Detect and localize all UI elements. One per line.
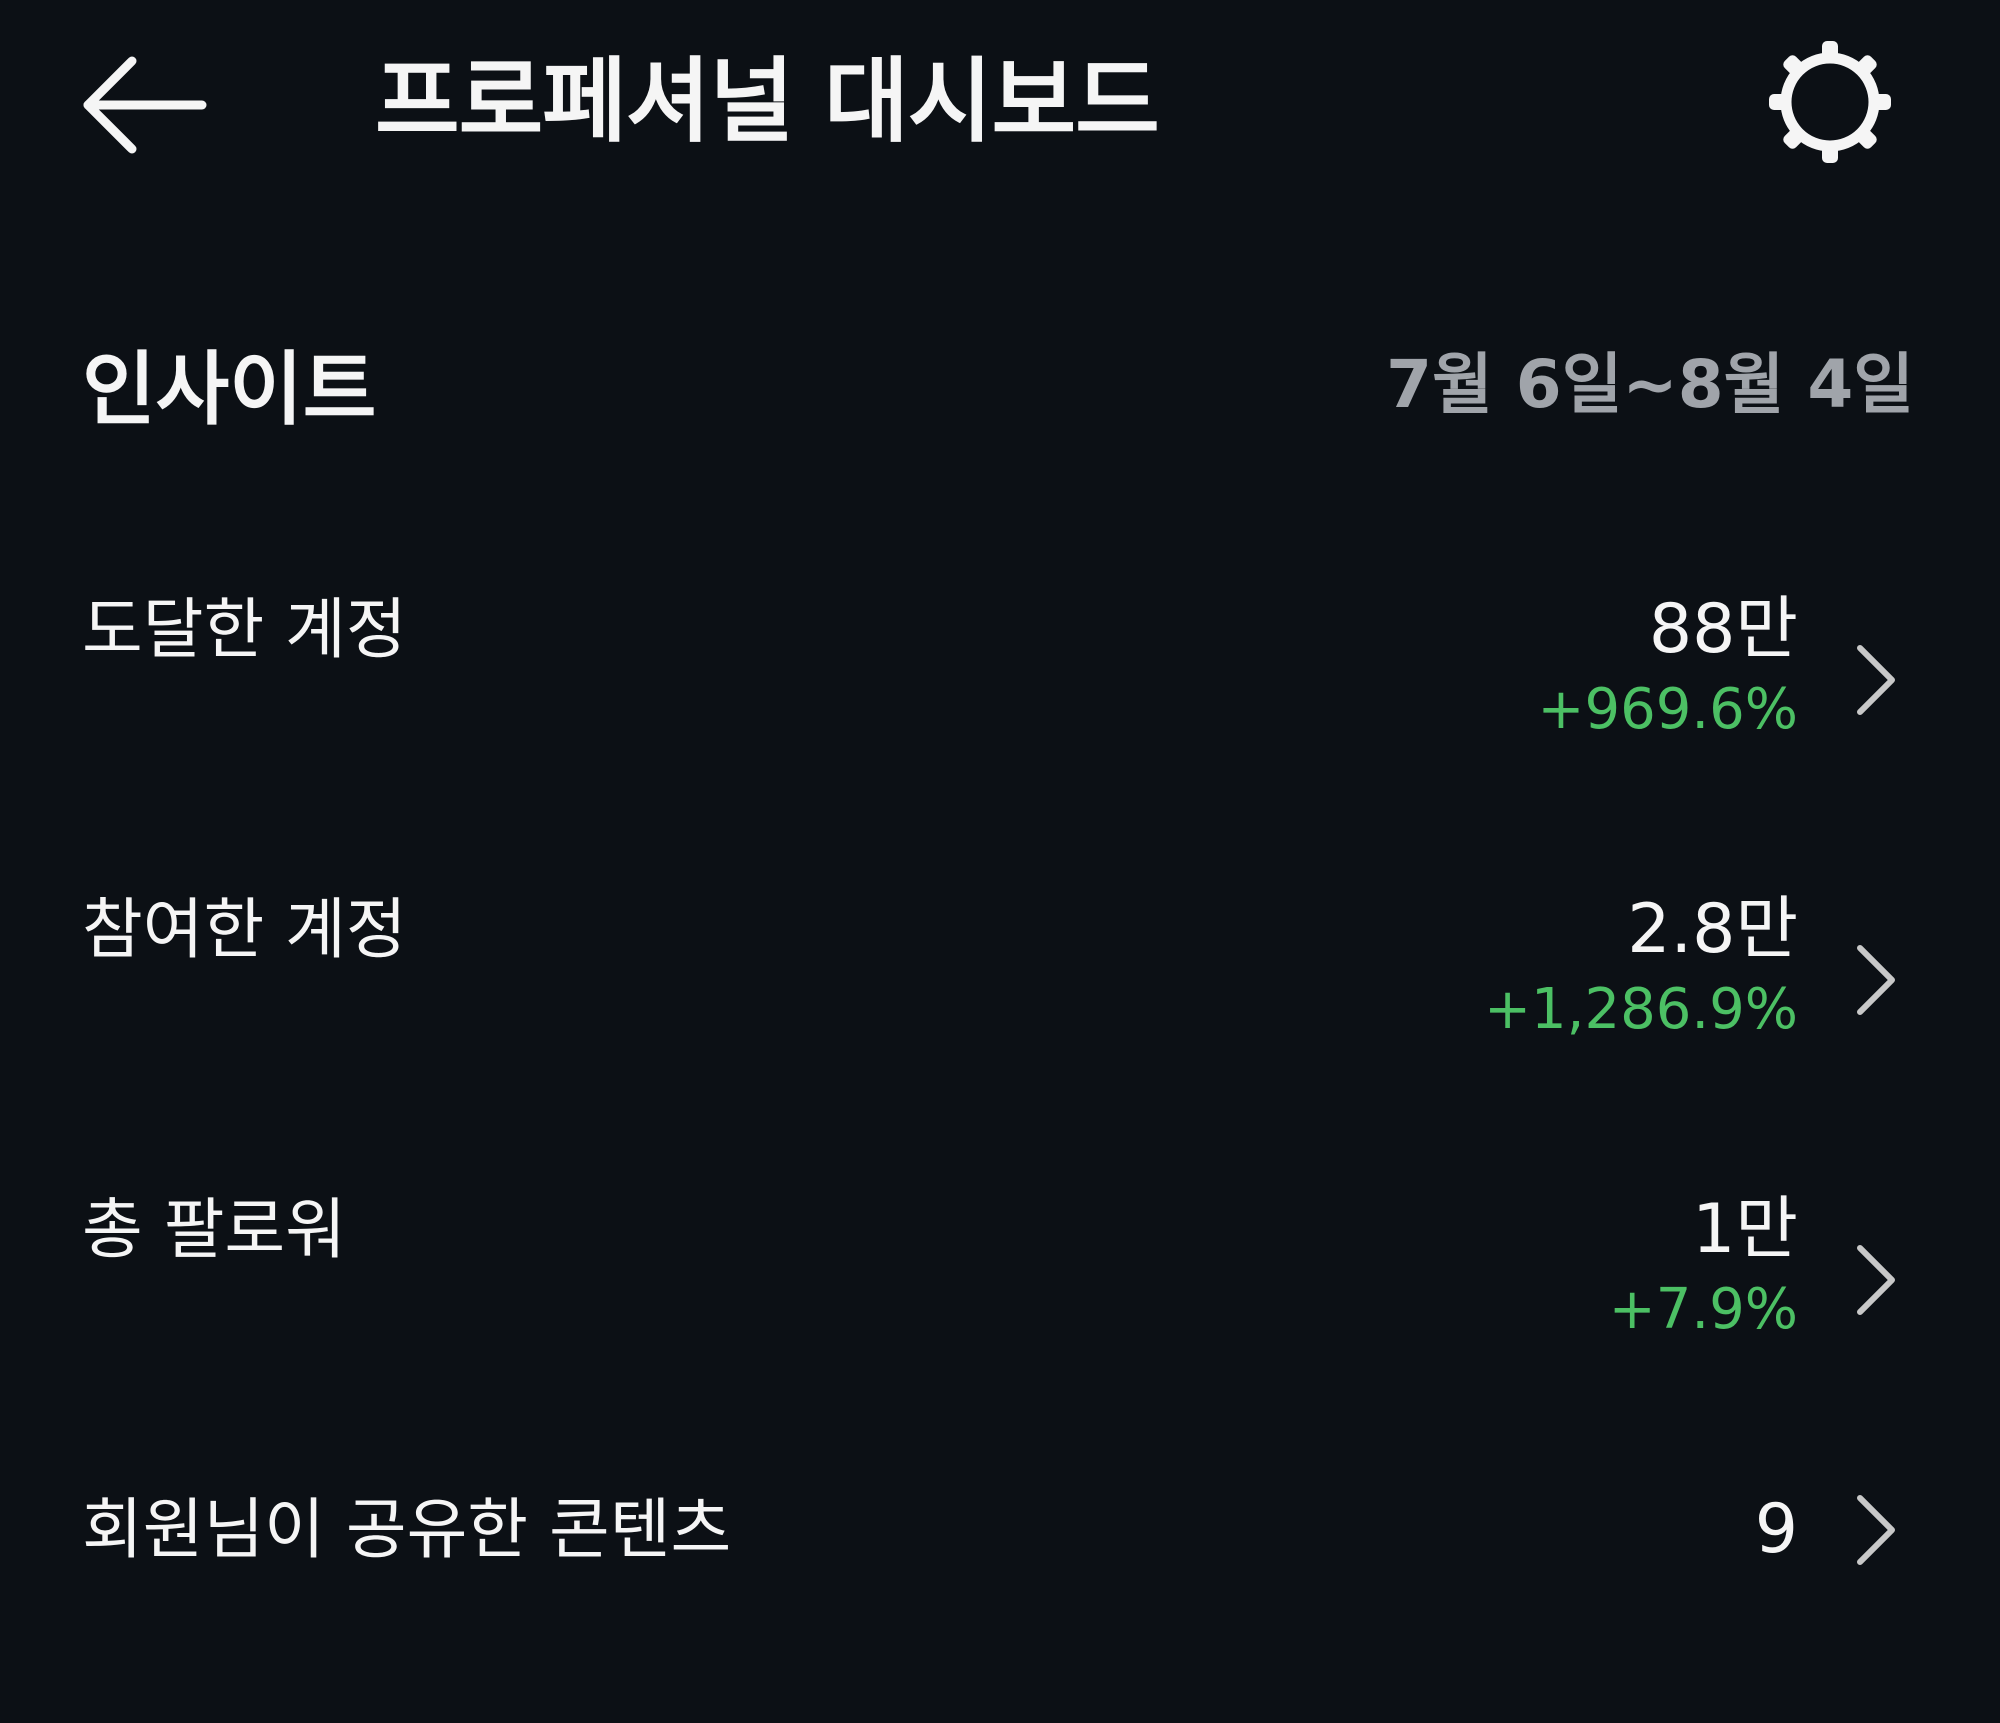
chevron-right-icon (1850, 1490, 1900, 1570)
insights-title: 인사이트 (82, 343, 377, 436)
page-title: 프로페셔널 대시보드 (375, 48, 1160, 155)
arrow-left-icon (83, 56, 207, 154)
metric-change: +1,286.9% (1484, 977, 1798, 1042)
metric-values: 1만 +7.9% (1609, 1185, 1798, 1345)
top-app-bar: 프로페셔널 대시보드 (0, 0, 2000, 210)
chevron-right-icon (1850, 940, 1900, 1020)
metric-value: 2.8만 (1627, 890, 1798, 969)
metric-value: 1만 (1692, 1190, 1798, 1269)
metric-change: +7.9% (1608, 1277, 1798, 1342)
metric-label: 총 팔로워 (82, 1191, 346, 1268)
metric-value: 88만 (1648, 590, 1798, 669)
metric-row-total-followers[interactable]: 총 팔로워 1만 +7.9% (0, 1185, 2000, 1365)
gear-icon (1769, 41, 1891, 163)
chevron-right-icon (1850, 640, 1900, 720)
metric-values: 2.8만 +1,286.9% (1484, 885, 1798, 1045)
metric-label: 도달한 계정 (82, 591, 407, 668)
chevron-right-icon (1850, 1240, 1900, 1320)
metric-values: 88만 +969.6% (1538, 585, 1798, 745)
insights-section-header: 인사이트 7월 6일~8월 4일 (0, 330, 2000, 450)
back-button[interactable] (80, 45, 210, 165)
metric-row-accounts-engaged[interactable]: 참여한 계정 2.8만 +1,286.9% (0, 885, 2000, 1065)
metric-row-content-shared[interactable]: 회원님이 공유한 콘텐츠 9 (0, 1485, 2000, 1605)
metric-label: 회원님이 공유한 콘텐츠 (82, 1491, 732, 1568)
metric-row-accounts-reached[interactable]: 도달한 계정 88만 +969.6% (0, 585, 2000, 765)
settings-button[interactable] (1765, 37, 1895, 167)
metric-values: 9 (1755, 1485, 1798, 1575)
metric-label: 참여한 계정 (82, 891, 407, 968)
metric-value: 9 (1754, 1490, 1798, 1569)
date-range: 7월 6일~8월 4일 (1386, 346, 1914, 423)
professional-dashboard-screen: 프로페셔널 대시보드 인사이트 7월 6일~8월 4일 도달한 계정 88만 +… (0, 0, 2000, 1723)
metric-change: +969.6% (1537, 677, 1798, 742)
